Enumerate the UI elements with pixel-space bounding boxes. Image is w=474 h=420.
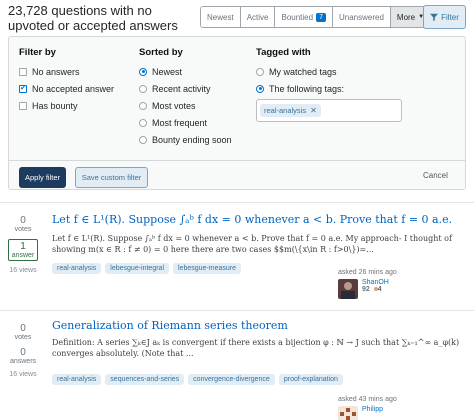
reputation-score: 92	[362, 286, 370, 293]
sorted-by-heading: Sorted by	[139, 47, 183, 58]
sort-tabs: Newest Active Bountied 7 Unanswered More ▼	[200, 6, 432, 28]
sort-newest[interactable]: Newest	[139, 63, 232, 80]
tag-link[interactable]: lebesgue-integral	[105, 263, 169, 274]
asked-time: asked 26 mins ago	[338, 269, 397, 276]
checkbox-icon[interactable]	[19, 67, 27, 76]
checkbox-checked-icon[interactable]: ✔	[19, 84, 27, 93]
filter-by-heading: Filter by	[19, 47, 56, 58]
filter-icon	[430, 13, 439, 21]
radio-icon[interactable]	[139, 84, 147, 93]
radio-selected-icon[interactable]	[256, 84, 264, 93]
question-tags: real-analysis lebesgue-integral lebesgue…	[52, 263, 241, 274]
question-stats: 0 votes 1 answer 16 views	[0, 215, 46, 274]
tag-link[interactable]: real-analysis	[52, 263, 102, 274]
answer-count: 1	[20, 241, 26, 252]
view-count: 16 views	[9, 371, 37, 378]
sort-most-frequent[interactable]: Most frequent	[139, 114, 232, 131]
tab-active[interactable]: Active	[240, 7, 276, 27]
tagged-following-tags[interactable]: The following tags:	[256, 80, 402, 97]
question-excerpt: Definition: A series ∑ₖ∈J aₖ is converge…	[52, 338, 460, 358]
sorted-by-group: Sorted by Newest Recent activity Most vo…	[139, 47, 232, 148]
tag-link[interactable]: real-analysis	[52, 374, 102, 385]
question-summary: 0 votes 0 answers 16 views Generalizatio…	[0, 310, 474, 420]
user-name-link[interactable]: ShanOH	[362, 279, 389, 286]
apply-filter-button[interactable]: Apply filter	[19, 167, 66, 188]
radio-icon[interactable]	[139, 118, 147, 127]
tag-link[interactable]: convergence-divergence	[188, 374, 275, 385]
filter-panel: Filter by No answers ✔ No accepted answer…	[8, 36, 466, 190]
user-name-link[interactable]: Philipp	[362, 406, 383, 413]
save-custom-filter-button[interactable]: Save custom filter	[75, 167, 148, 188]
view-count: 16 views	[9, 267, 37, 274]
question-count: 23,728 questions with no upvoted or acce…	[8, 3, 178, 33]
remove-tag-icon[interactable]: ✕	[310, 106, 317, 115]
vote-count: 0	[20, 215, 26, 226]
avatar[interactable]	[338, 279, 358, 299]
tag-link[interactable]: proof-explanation	[278, 374, 343, 385]
question-summary: 0 votes 1 answer 16 views Let f ∈ L¹(R).…	[0, 202, 474, 308]
answer-count-box: 0 answers	[0, 347, 46, 365]
answers-label: answers	[9, 358, 37, 365]
filter-no-accepted-answer[interactable]: ✔ No accepted answer	[19, 80, 114, 97]
filter-no-answers[interactable]: No answers	[19, 63, 114, 80]
filter-has-bounty[interactable]: Has bounty	[19, 97, 114, 114]
tagged-with-group: Tagged with My watched tags The followin…	[256, 47, 402, 122]
question-excerpt: Let f ∈ L¹(R). Suppose ∫ₐᵇ f dx = 0 when…	[52, 234, 452, 254]
sort-most-votes[interactable]: Most votes	[139, 97, 232, 114]
tagged-with-heading: Tagged with	[256, 47, 311, 58]
question-stats: 0 votes 0 answers 16 views	[0, 323, 46, 378]
asked-time: asked 43 mins ago	[338, 396, 397, 403]
tagged-my-watched-tags[interactable]: My watched tags	[256, 63, 402, 80]
tag-link[interactable]: sequences-and-series	[105, 374, 185, 385]
radio-icon[interactable]	[139, 135, 147, 144]
questions-header: 23,728 questions with no upvoted or acce…	[0, 0, 474, 40]
filter-by-group: Filter by No answers ✔ No accepted answer…	[19, 47, 114, 114]
question-title-link[interactable]: Let f ∈ L¹(R). Suppose ∫ₐᵇ f dx = 0 when…	[52, 213, 452, 226]
avatar[interactable]	[338, 406, 358, 420]
tag-input-field[interactable]: real-analysis ✕	[256, 99, 402, 122]
tab-unanswered[interactable]: Unanswered	[332, 7, 391, 27]
answer-count-box: 1 answer	[8, 239, 38, 261]
sort-bounty-ending-soon[interactable]: Bounty ending soon	[139, 131, 232, 148]
filter-button[interactable]: Filter	[423, 5, 466, 29]
votes-label: votes	[14, 226, 32, 233]
question-title-link[interactable]: Generalization of Riemann series theorem	[52, 319, 288, 332]
bounty-count-badge: 7	[316, 12, 326, 22]
answers-label: answer	[11, 252, 35, 259]
user-info: ShanOH 92 4	[362, 279, 389, 293]
checkbox-icon[interactable]	[19, 101, 27, 110]
answer-count: 0	[20, 347, 26, 358]
bronze-badge-count: 4	[377, 286, 382, 293]
filter-panel-footer: Apply filter Save custom filter Cancel	[9, 160, 465, 190]
radio-icon[interactable]	[139, 101, 147, 110]
radio-icon[interactable]	[256, 67, 264, 76]
user-card: ShanOH 92 4	[338, 279, 389, 299]
tag-chip: real-analysis ✕	[260, 104, 321, 117]
cancel-button[interactable]: Cancel	[423, 171, 448, 180]
user-card: Philipp	[338, 406, 383, 420]
tag-link[interactable]: lebesgue-measure	[173, 263, 241, 274]
user-info: Philipp	[362, 406, 383, 413]
tab-bountied[interactable]: Bountied 7	[275, 7, 333, 27]
tab-newest[interactable]: Newest	[201, 7, 241, 27]
radio-selected-icon[interactable]	[139, 67, 147, 76]
question-tags: real-analysis sequences-and-series conve…	[52, 374, 343, 385]
vote-count: 0	[20, 323, 26, 334]
votes-label: votes	[14, 334, 32, 341]
sort-recent-activity[interactable]: Recent activity	[139, 80, 232, 97]
